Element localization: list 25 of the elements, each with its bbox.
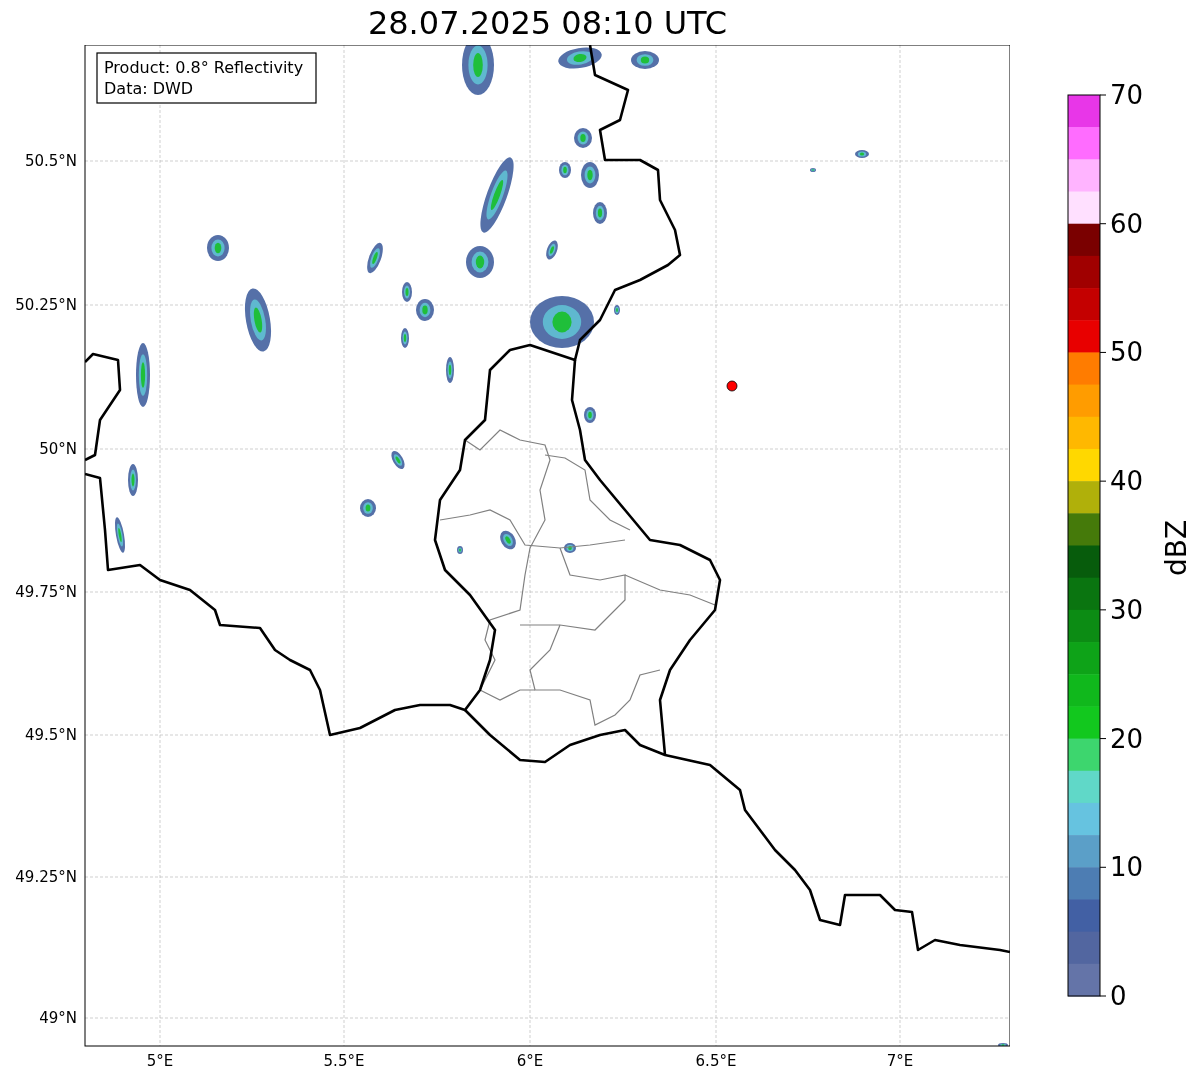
longitude-label: 6.5°E [695, 1052, 737, 1070]
info-text: Product: 0.8° Reflectivity [104, 58, 304, 77]
colorbar-tick-label: 0 [1110, 981, 1127, 1011]
figure-title: 28.07.2025 08:10 UTC [367, 2, 728, 43]
colorbar-tick-label: 30 [1110, 594, 1144, 625]
colorbar-tick-label: 20 [1110, 723, 1144, 754]
longitude-label: 5.5°E [323, 1052, 365, 1070]
colorbar-tick-label: 70 [1110, 80, 1144, 110]
colorbar-tick-label: 10 [1110, 852, 1144, 883]
colorbar-label: dBZ [1160, 519, 1193, 577]
latitude-label: 50°N [39, 440, 77, 458]
longitude-label: 5°E [146, 1052, 174, 1070]
longitude-label: 6°E [516, 1052, 544, 1070]
latitude-label: 49.75°N [15, 583, 77, 601]
latitude-label: 50.5°N [24, 152, 77, 170]
colorbar-tick-label: 50 [1110, 337, 1144, 368]
colorbar-tick-label: 60 [1110, 208, 1144, 239]
info-text: Data: DWD [104, 79, 194, 98]
latitude-label: 49°N [39, 1009, 77, 1027]
latitude-label: 50.25°N [15, 296, 77, 314]
longitude-label: 7°E [886, 1052, 914, 1070]
latitude-label: 49.25°N [15, 868, 77, 886]
colorbar-tick-label: 40 [1110, 466, 1144, 497]
latitude-label: 49.5°N [24, 726, 77, 744]
location-marker [726, 380, 738, 392]
